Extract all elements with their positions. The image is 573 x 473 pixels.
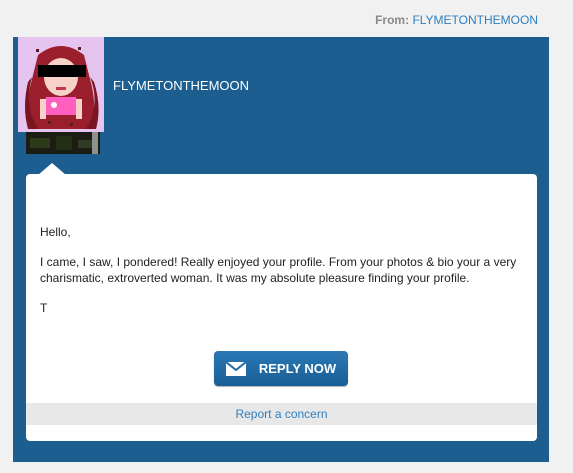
report-bar: Report a concern: [26, 403, 537, 425]
report-concern-link[interactable]: Report a concern: [235, 407, 327, 421]
message-text: I came, I saw, I pondered! Really enjoye…: [40, 255, 517, 285]
avatar-illustration: [18, 37, 104, 132]
message-card: Hello, I came, I saw, I pondered! Really…: [26, 163, 537, 441]
profile-name[interactable]: FLYMETONTHEMOON: [113, 78, 249, 93]
from-line: From: FLYMETONTHEMOON: [375, 13, 538, 27]
message-body: Hello, I came, I saw, I pondered! Really…: [40, 224, 520, 330]
card-pointer: [38, 163, 66, 175]
message-panel: FLYMETONTHEMOON Hello, I came, I saw, I …: [13, 37, 549, 462]
from-name-link[interactable]: FLYMETONTHEMOON: [412, 13, 538, 27]
from-label: From:: [375, 13, 410, 27]
avatar[interactable]: [18, 37, 104, 155]
avatar-image-strip: [26, 132, 100, 154]
reply-now-label: REPLY NOW: [258, 361, 337, 376]
message-greeting: Hello,: [40, 225, 71, 239]
message-signoff: T: [40, 301, 48, 315]
avatar-image[interactable]: [18, 37, 104, 132]
avatar-strip-illustration: [26, 132, 100, 154]
envelope-icon: [225, 360, 247, 376]
reply-now-button[interactable]: REPLY NOW: [214, 351, 348, 386]
